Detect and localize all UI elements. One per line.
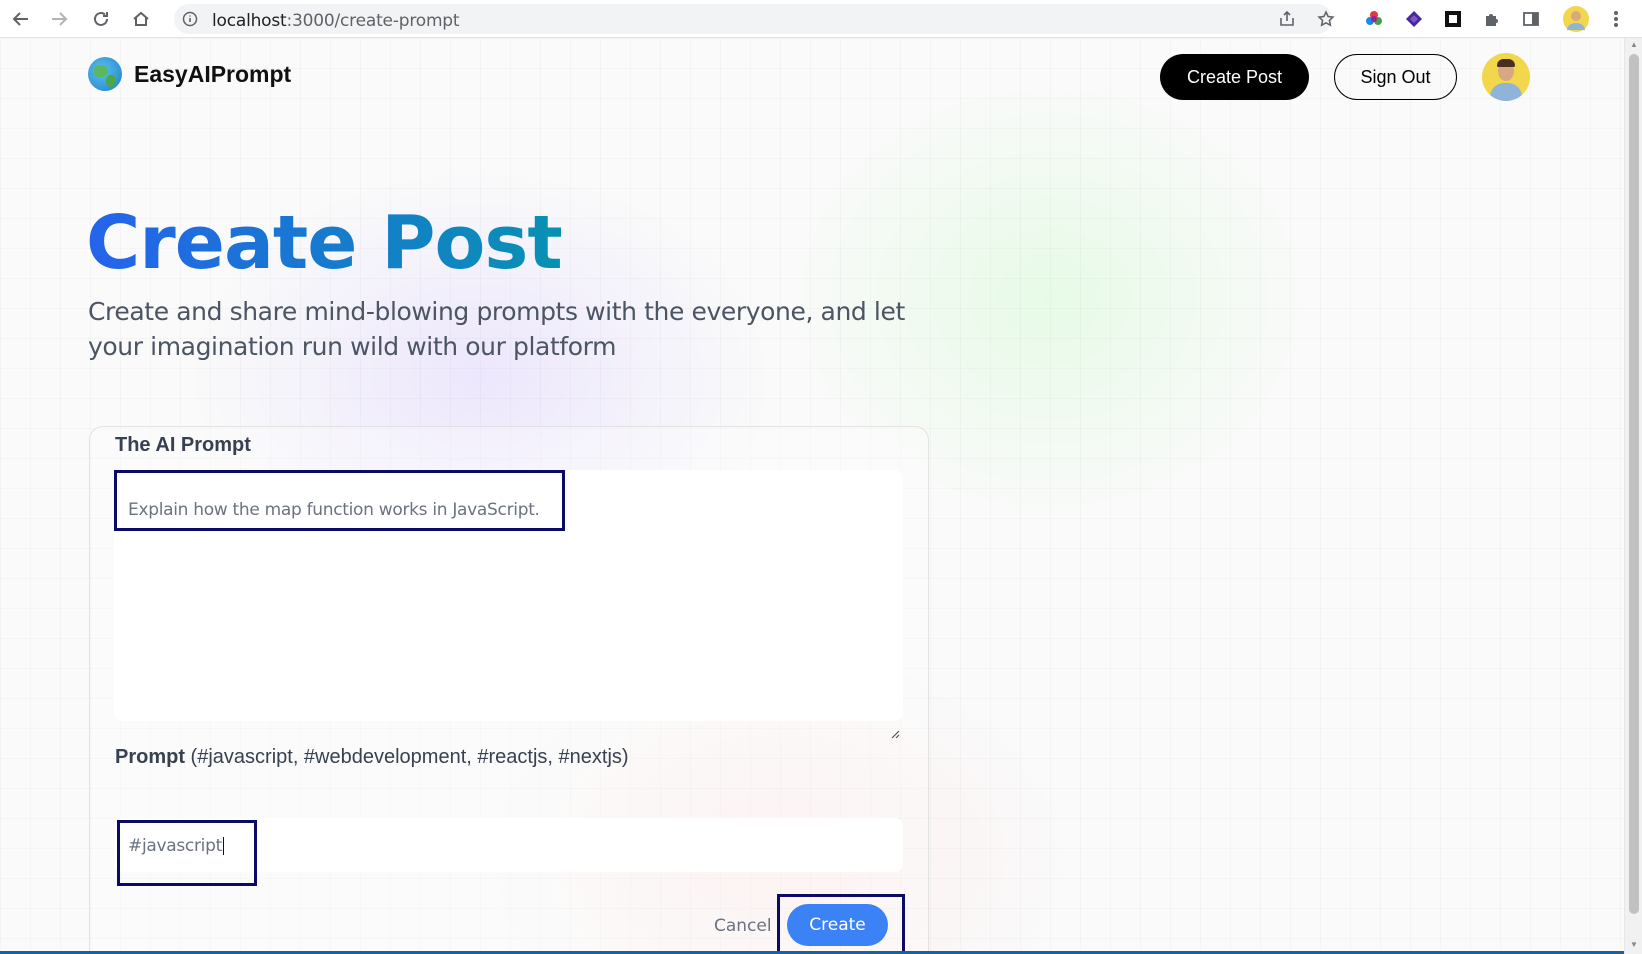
- globe-icon: [88, 57, 122, 91]
- home-icon[interactable]: [126, 4, 156, 34]
- tag-label-hint: (#javascript, #webdevelopment, #reactjs,…: [185, 746, 629, 768]
- address-bar[interactable]: localhost:3000/create-prompt: [174, 4, 1332, 34]
- frame-extension-icon[interactable]: [1438, 4, 1468, 34]
- color-wheel-extension-icon[interactable]: [1359, 4, 1389, 34]
- create-highlight-box: [777, 894, 905, 954]
- resize-handle-icon[interactable]: [890, 729, 900, 739]
- side-panel-icon[interactable]: [1516, 4, 1546, 34]
- logo-link[interactable]: EasyAIPrompt: [88, 57, 291, 91]
- share-icon[interactable]: [1272, 4, 1302, 34]
- reload-icon[interactable]: [86, 4, 116, 34]
- layers-extension-icon[interactable]: [1399, 4, 1429, 34]
- sign-out-button[interactable]: Sign Out: [1334, 54, 1457, 100]
- page-description: Create and share mind-blowing prompts wi…: [88, 297, 905, 361]
- forward-icon[interactable]: [44, 4, 74, 34]
- tag-label: Prompt (#javascript, #webdevelopment, #r…: [115, 746, 629, 769]
- page-title: Create Post: [86, 200, 563, 286]
- extensions-puzzle-icon[interactable]: [1477, 4, 1507, 34]
- url-host: localhost: [212, 11, 287, 31]
- tag-label-bold: Prompt: [115, 746, 185, 768]
- cancel-link[interactable]: Cancel: [714, 916, 772, 936]
- prompt-label: The AI Prompt: [115, 434, 251, 456]
- page-content: EasyAIPrompt Create Post Sign Out Create…: [0, 38, 1624, 954]
- create-post-nav-button[interactable]: Create Post: [1160, 54, 1309, 100]
- browser-toolbar: localhost:3000/create-prompt: [0, 0, 1642, 38]
- brand-name: EasyAIPrompt: [134, 60, 292, 87]
- browser-menu-icon[interactable]: [1601, 4, 1631, 34]
- scroll-down-icon[interactable]: ▼: [1629, 940, 1639, 950]
- scroll-up-icon[interactable]: ▲: [1629, 40, 1639, 50]
- profile-avatar-icon[interactable]: [1561, 4, 1591, 34]
- prompt-highlight-box: [114, 470, 565, 531]
- scrollbar-thumb[interactable]: [1629, 54, 1639, 914]
- page-scrollbar[interactable]: ▲ ▼: [1624, 38, 1642, 954]
- url-text: localhost:3000/create-prompt: [212, 11, 460, 31]
- url-path: :3000/create-prompt: [286, 11, 460, 31]
- tag-highlight-box: [117, 820, 257, 886]
- back-icon[interactable]: [6, 4, 36, 34]
- user-avatar[interactable]: [1482, 53, 1530, 101]
- site-info-icon[interactable]: [182, 11, 198, 32]
- bookmark-star-icon[interactable]: [1311, 4, 1341, 34]
